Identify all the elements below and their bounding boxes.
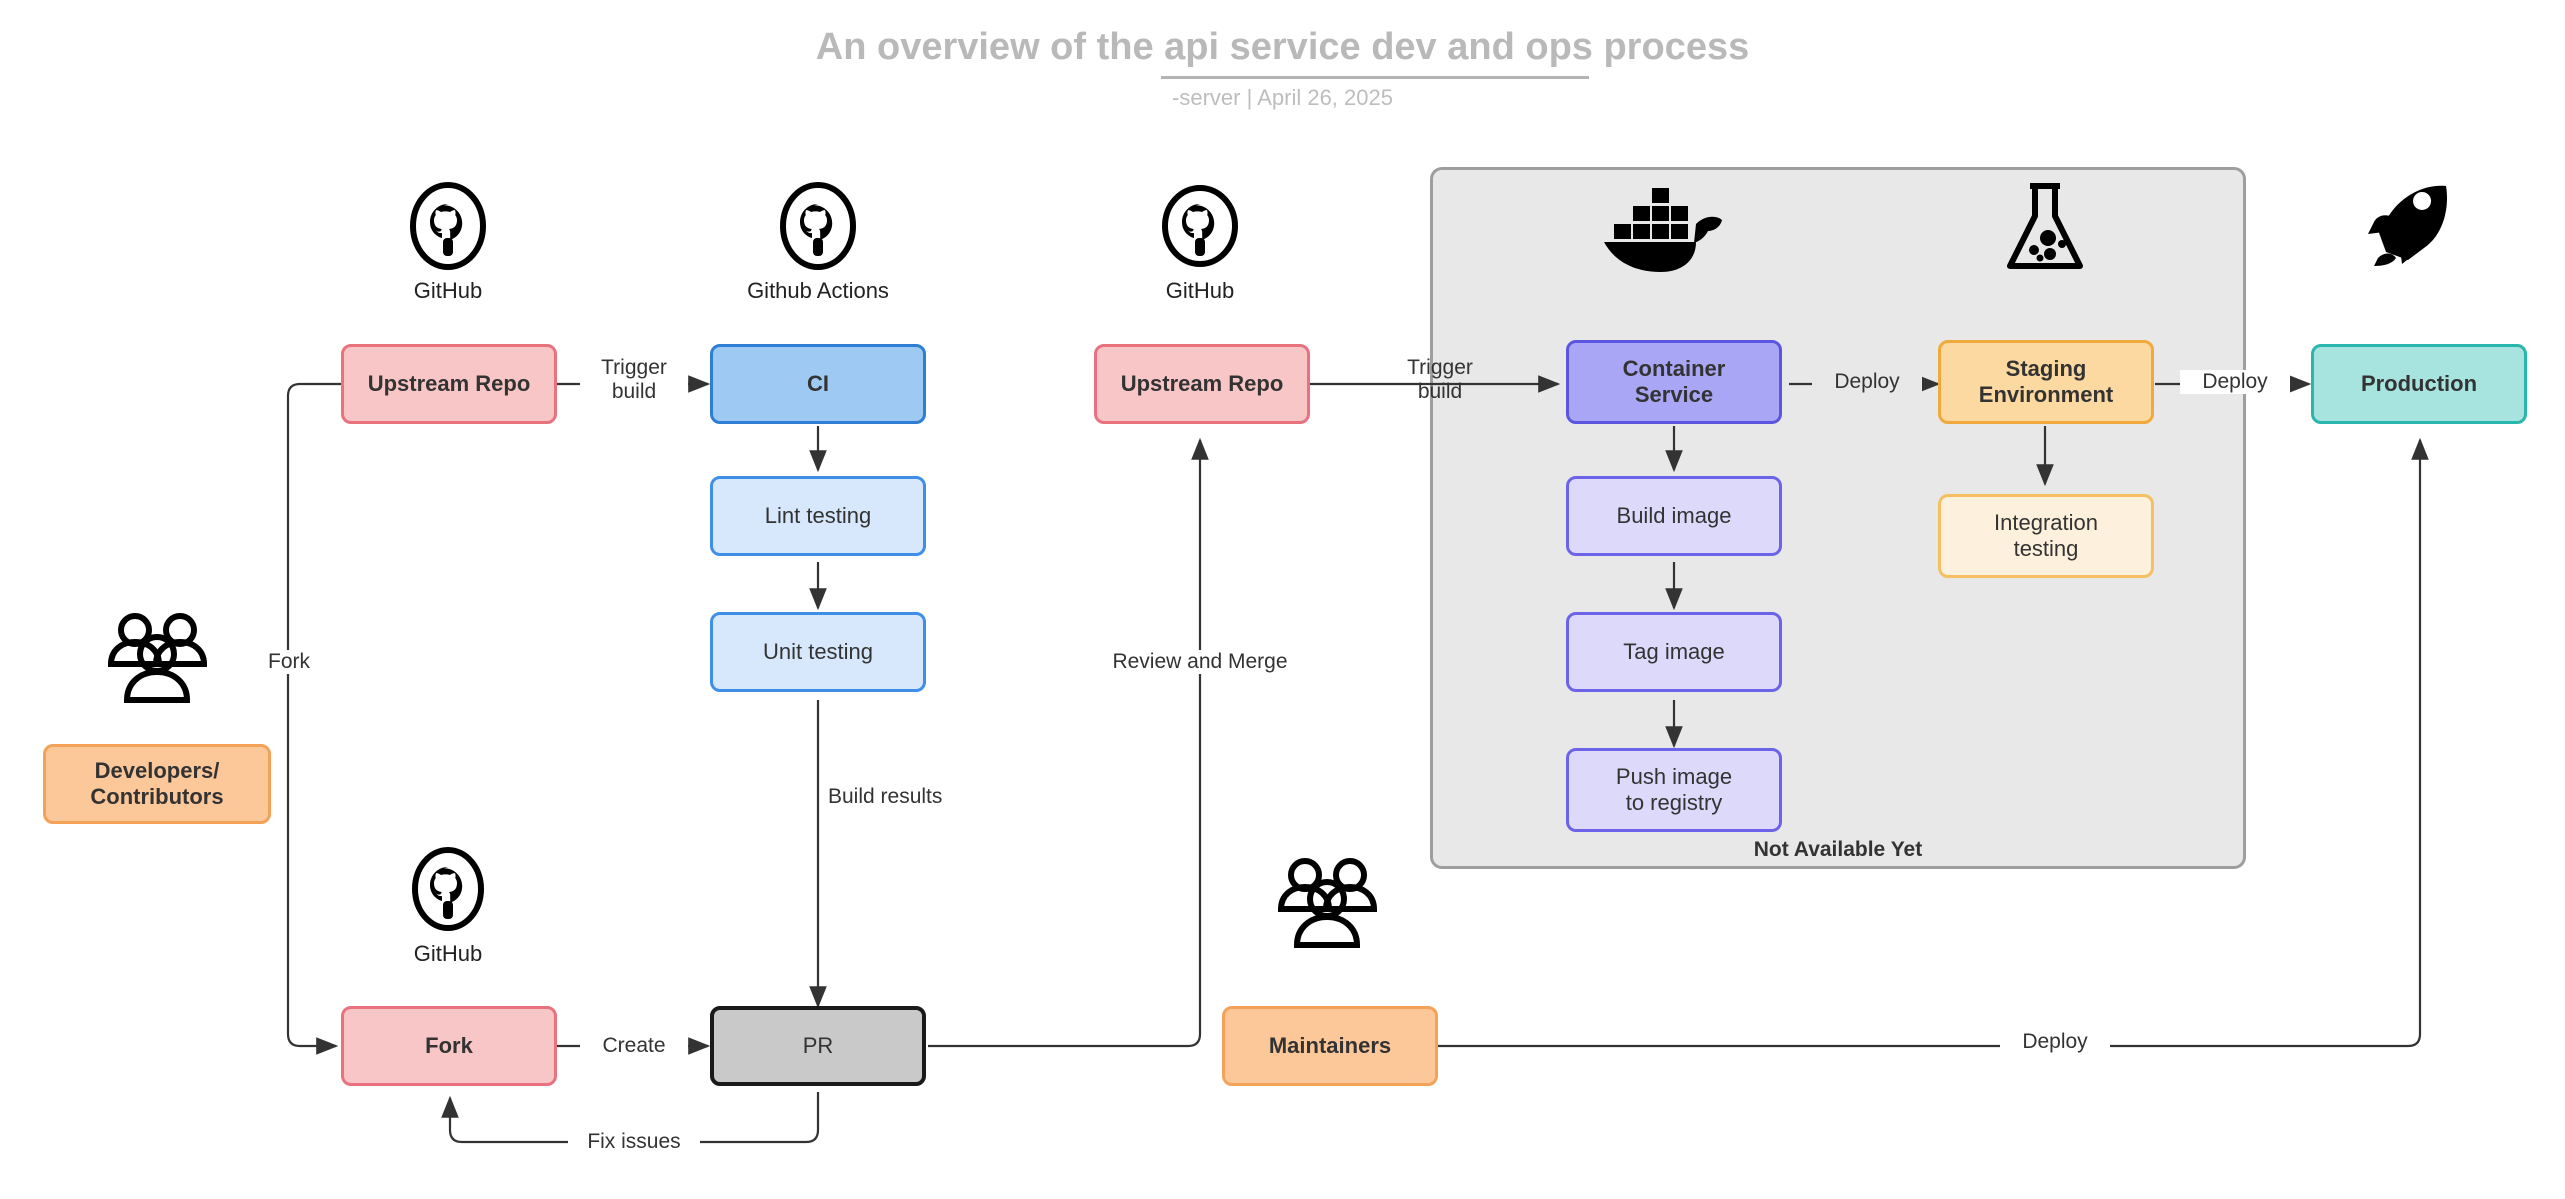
edge-label-fix-issues: Fix issues [568, 1130, 700, 1155]
github-icon [410, 182, 486, 270]
edge-label-deploy-2: Deploy [2180, 370, 2290, 395]
github-icon [1162, 185, 1238, 267]
node-upstream-repo-2[interactable]: Upstream Repo [1094, 344, 1310, 424]
github-icon-1-label: GitHub [413, 278, 483, 303]
people-icon [107, 613, 208, 703]
node-container-service[interactable]: Container Service [1566, 340, 1782, 424]
rocket-icon-wrap [2360, 180, 2470, 282]
node-pr[interactable]: PR [710, 1006, 926, 1086]
github-icon-3-label: GitHub [1165, 278, 1235, 303]
node-production[interactable]: Production [2311, 344, 2527, 424]
node-developers-contributors[interactable]: Developers/ Contributors [43, 744, 271, 824]
github-actions-icon-label: Github Actions [747, 278, 889, 303]
github-icon [412, 847, 484, 931]
node-lint-testing[interactable]: Lint testing [710, 476, 926, 556]
people-icon [1277, 858, 1378, 948]
edge-label-trigger-build-2: Trigger build [1407, 356, 1473, 404]
edge-label-fork: Fork [258, 650, 320, 675]
edge-label-trigger-build-1: Trigger build [580, 356, 688, 405]
node-ci[interactable]: CI [710, 344, 926, 424]
flask-icon-wrap [1990, 180, 2100, 282]
edge-label-deploy-1: Deploy [1812, 370, 1922, 395]
node-upstream-repo-1[interactable]: Upstream Repo [341, 344, 557, 424]
edge-label-create: Create [580, 1034, 688, 1059]
github-icon-4: GitHub [398, 845, 498, 967]
docker-icon-wrap [1598, 182, 1750, 280]
node-tag-image[interactable]: Tag image [1566, 612, 1782, 692]
github-icon-1: GitHub [398, 182, 498, 304]
edge-label-deploy-3: Deploy [2000, 1030, 2110, 1055]
github-icon-3: GitHub [1150, 182, 1250, 304]
edge-label-review-and-merge: Review and Merge [1092, 650, 1308, 675]
docker-icon [1604, 188, 1722, 272]
node-fork[interactable]: Fork [341, 1006, 557, 1086]
title-underline [1161, 76, 1589, 79]
github-icon [780, 182, 856, 270]
edge-label-build-results: Build results [828, 785, 974, 810]
page-subtitle: -server | April 26, 2025 [1172, 85, 1393, 110]
people-icon-developers [100, 610, 215, 712]
page-title: An overview of the api service dev and o… [815, 26, 1750, 68]
node-build-image[interactable]: Build image [1566, 476, 1782, 556]
rocket-icon [2368, 185, 2448, 266]
github-icon-4-label: GitHub [413, 941, 483, 966]
diagram-canvas: An overview of the api service dev and o… [0, 0, 2565, 1199]
people-icon-maintainers [1270, 855, 1385, 957]
not-available-group-label: Not Available Yet [1753, 838, 1923, 861]
flask-icon [2007, 183, 2083, 269]
node-staging-environment[interactable]: Staging Environment [1938, 340, 2154, 424]
node-unit-testing[interactable]: Unit testing [710, 612, 926, 692]
node-maintainers[interactable]: Maintainers [1222, 1006, 1438, 1086]
node-push-image-to-registry[interactable]: Push image to registry [1566, 748, 1782, 832]
node-integration-testing[interactable]: Integration testing [1938, 494, 2154, 578]
github-actions-icon: Github Actions [733, 182, 903, 304]
